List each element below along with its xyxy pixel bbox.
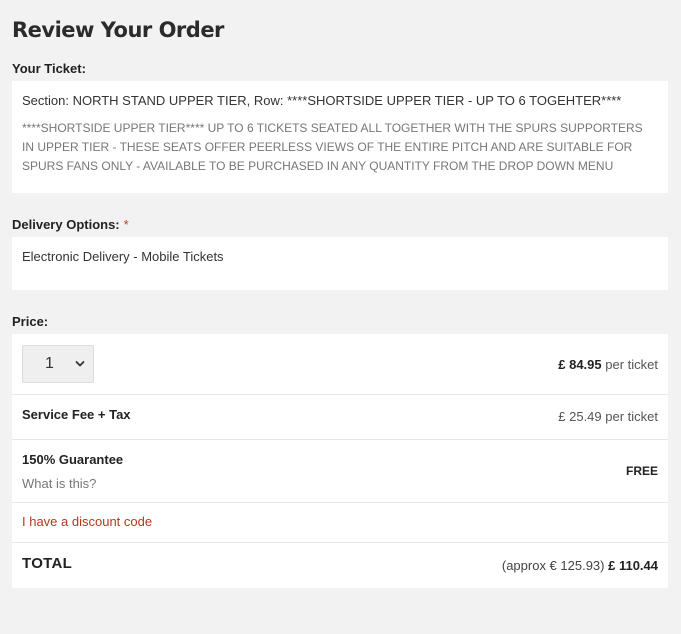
what-is-this-link[interactable]: What is this? bbox=[22, 476, 96, 491]
total-amount: (approx € 125.93) £ 110.44 bbox=[502, 558, 658, 573]
guarantee-row: 150% Guarantee What is this? FREE bbox=[12, 439, 668, 503]
guarantee-value: FREE bbox=[625, 464, 658, 478]
page-title: Review Your Order bbox=[12, 18, 224, 42]
delivery-option-text: Electronic Delivery - Mobile Tickets bbox=[22, 249, 224, 264]
your-ticket-label: Your Ticket: bbox=[12, 61, 86, 76]
required-marker: * bbox=[123, 217, 129, 232]
delivery-option-selected[interactable]: Electronic Delivery - Mobile Tickets bbox=[12, 237, 668, 290]
service-fee-value: £ 25.49 per ticket bbox=[558, 409, 658, 424]
discount-code-link[interactable]: I have a discount code bbox=[22, 514, 152, 529]
total-approx: (approx € 125.93) bbox=[501, 558, 605, 573]
ticket-description: ****SHORTSIDE UPPER TIER**** UP TO 6 TIC… bbox=[22, 121, 643, 173]
guarantee-label: 150% Guarantee bbox=[22, 452, 124, 467]
price-label: Price: bbox=[12, 314, 49, 329]
service-fee-label: Service Fee + Tax bbox=[22, 407, 131, 422]
total-value: £ 110.44 bbox=[608, 558, 658, 573]
ticket-panel: Section: NORTH STAND UPPER TIER, Row: **… bbox=[12, 81, 668, 193]
price-panel: 1 £ 84.95 per ticket Service Fee + Tax £… bbox=[12, 334, 668, 588]
chevron-down-icon bbox=[75, 361, 85, 367]
review-order-page: Review Your Order Your Ticket: Section: … bbox=[0, 0, 681, 634]
delivery-options-label: Delivery Options: * bbox=[12, 217, 129, 232]
discount-row: I have a discount code bbox=[12, 502, 668, 543]
ticket-price-value: £ 84.95 bbox=[558, 357, 602, 372]
total-label: TOTAL bbox=[22, 555, 73, 572]
per-ticket-label: per ticket bbox=[605, 357, 658, 372]
service-fee-row: Service Fee + Tax £ 25.49 per ticket bbox=[12, 394, 668, 440]
delivery-options-label-text: Delivery Options: bbox=[12, 217, 120, 232]
quantity-select[interactable]: 1 bbox=[22, 345, 94, 383]
ticket-price: £ 84.95 per ticket bbox=[558, 357, 658, 372]
total-row: TOTAL (approx € 125.93) £ 110.44 bbox=[12, 542, 668, 588]
quantity-row: 1 £ 84.95 per ticket bbox=[12, 334, 668, 395]
ticket-section-row: Section: NORTH STAND UPPER TIER, Row: **… bbox=[22, 93, 622, 108]
quantity-value: 1 bbox=[45, 355, 54, 372]
